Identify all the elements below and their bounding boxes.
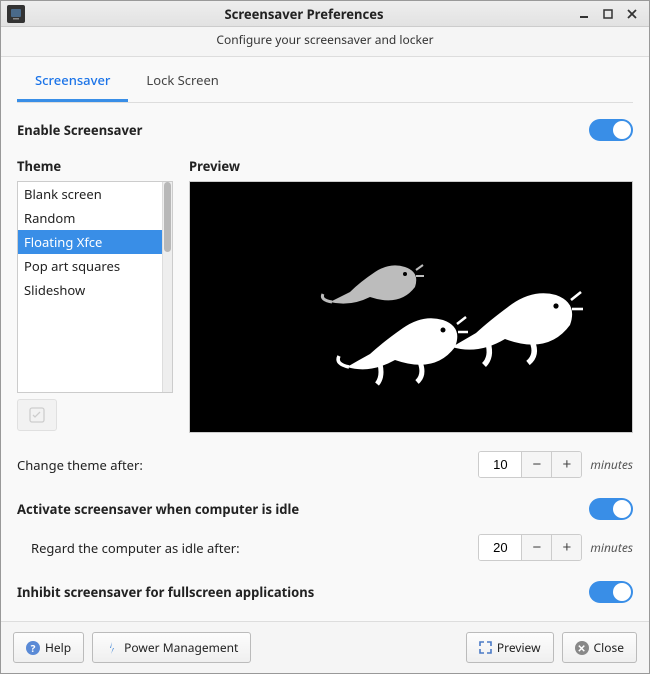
theme-item[interactable]: Blank screen bbox=[18, 182, 162, 206]
inhibit-fullscreen-toggle[interactable] bbox=[589, 581, 633, 603]
theme-scrollbar[interactable] bbox=[162, 182, 172, 392]
change-theme-controls: − + minutes bbox=[478, 451, 633, 478]
theme-header: Theme bbox=[17, 157, 173, 175]
idle-after-spinner: − + bbox=[478, 534, 582, 561]
enable-row: Enable Screensaver bbox=[17, 103, 633, 149]
theme-list[interactable]: Blank screen Random Floating Xfce Pop ar… bbox=[18, 182, 162, 392]
idle-after-increment[interactable]: + bbox=[551, 535, 581, 560]
close-icon: ✕ bbox=[575, 641, 589, 655]
idle-after-label: Regard the computer as idle after: bbox=[17, 539, 240, 557]
idle-after-decrement[interactable]: − bbox=[521, 535, 551, 560]
preview-column: Preview bbox=[189, 157, 633, 433]
titlebar: Screensaver Preferences bbox=[1, 1, 649, 27]
theme-list-container: Blank screen Random Floating Xfce Pop ar… bbox=[17, 181, 173, 393]
activate-idle-toggle[interactable] bbox=[589, 498, 633, 520]
power-button-label: Power Management bbox=[124, 639, 238, 656]
activate-idle-label: Activate screensaver when computer is id… bbox=[17, 500, 299, 518]
tab-lock-screen[interactable]: Lock Screen bbox=[128, 61, 236, 102]
help-button-label: Help bbox=[45, 639, 71, 656]
button-bar: ? Help Power Management Preview ✕ Close bbox=[1, 621, 649, 673]
inhibit-fullscreen-label: Inhibit screensaver for fullscreen appli… bbox=[17, 583, 314, 601]
fullscreen-icon bbox=[479, 641, 492, 654]
theme-preview-row: Theme Blank screen Random Floating Xfce … bbox=[17, 157, 633, 433]
theme-item[interactable]: Floating Xfce bbox=[18, 230, 162, 254]
preview-button-label: Preview bbox=[497, 639, 541, 656]
enable-label: Enable Screensaver bbox=[17, 121, 142, 139]
content-area: Screensaver Lock Screen Enable Screensav… bbox=[1, 56, 649, 621]
change-theme-decrement[interactable]: − bbox=[521, 452, 551, 477]
help-icon: ? bbox=[26, 641, 40, 655]
idle-after-row: Regard the computer as idle after: − + m… bbox=[17, 534, 633, 561]
inhibit-fullscreen-row: Inhibit screensaver for fullscreen appli… bbox=[17, 561, 633, 611]
close-window-button[interactable] bbox=[625, 7, 639, 21]
power-management-button[interactable]: Power Management bbox=[92, 632, 251, 663]
change-theme-unit: minutes bbox=[590, 456, 633, 473]
change-theme-row: Change theme after: − + minutes bbox=[17, 451, 633, 478]
window: Screensaver Preferences Configure your s… bbox=[0, 0, 650, 674]
tab-screensaver[interactable]: Screensaver bbox=[17, 61, 128, 102]
close-button-label: Close bbox=[594, 639, 624, 656]
change-theme-increment[interactable]: + bbox=[551, 452, 581, 477]
theme-item[interactable]: Slideshow bbox=[18, 278, 162, 302]
idle-after-input[interactable] bbox=[479, 535, 521, 560]
help-button[interactable]: ? Help bbox=[13, 632, 84, 663]
maximize-button[interactable] bbox=[601, 7, 615, 21]
window-subtitle: Configure your screensaver and locker bbox=[1, 27, 649, 56]
theme-item[interactable]: Pop art squares bbox=[18, 254, 162, 278]
theme-column: Theme Blank screen Random Floating Xfce … bbox=[17, 157, 173, 433]
power-icon bbox=[105, 641, 119, 655]
preview-button[interactable]: Preview bbox=[466, 632, 554, 663]
minimize-button[interactable] bbox=[577, 7, 591, 21]
close-button[interactable]: ✕ Close bbox=[562, 632, 637, 663]
theme-settings-button[interactable] bbox=[17, 399, 57, 431]
idle-after-controls: − + minutes bbox=[478, 534, 633, 561]
change-theme-input[interactable] bbox=[479, 452, 521, 477]
idle-after-unit: minutes bbox=[590, 539, 633, 556]
enable-toggle[interactable] bbox=[589, 119, 633, 141]
theme-item[interactable]: Random bbox=[18, 206, 162, 230]
scrollbar-thumb[interactable] bbox=[164, 182, 171, 252]
preview-area bbox=[189, 181, 633, 433]
change-theme-label: Change theme after: bbox=[17, 456, 143, 474]
window-controls bbox=[577, 7, 643, 21]
preview-header: Preview bbox=[189, 157, 633, 175]
window-title: Screensaver Preferences bbox=[31, 5, 577, 23]
activate-idle-row: Activate screensaver when computer is id… bbox=[17, 478, 633, 528]
tabs: Screensaver Lock Screen bbox=[17, 61, 633, 103]
app-icon bbox=[7, 5, 25, 23]
change-theme-spinner: − + bbox=[478, 451, 582, 478]
mouse-icon bbox=[440, 277, 590, 372]
